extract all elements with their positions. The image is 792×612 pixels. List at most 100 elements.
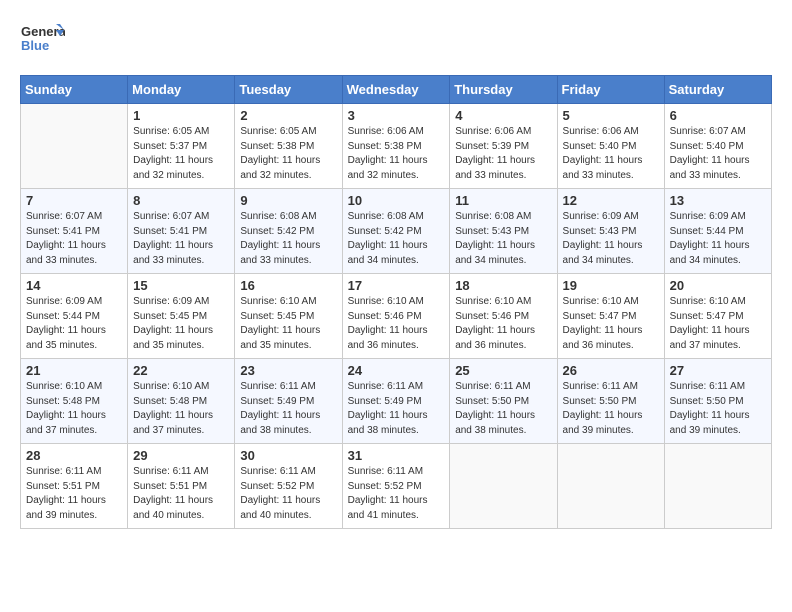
calendar-cell: 18 Sunrise: 6:10 AMSunset: 5:46 PMDaylig… — [450, 274, 557, 359]
day-number: 8 — [133, 193, 229, 208]
day-detail: Sunrise: 6:08 AMSunset: 5:43 PMDaylight:… — [455, 210, 551, 268]
calendar-cell: 24 Sunrise: 6:11 AMSunset: 5:49 PMDaylig… — [342, 359, 450, 444]
calendar-cell: 16 Sunrise: 6:10 AMSunset: 5:45 PMDaylig… — [235, 274, 342, 359]
day-number: 29 — [133, 448, 229, 463]
day-detail: Sunrise: 6:09 AMSunset: 5:44 PMDaylight:… — [670, 210, 766, 268]
calendar-cell — [664, 444, 771, 529]
day-number: 4 — [455, 108, 551, 123]
day-detail: Sunrise: 6:11 AMSunset: 5:51 PMDaylight:… — [133, 465, 229, 523]
calendar-cell: 1 Sunrise: 6:05 AMSunset: 5:37 PMDayligh… — [128, 104, 235, 189]
day-number: 30 — [240, 448, 336, 463]
day-detail: Sunrise: 6:10 AMSunset: 5:48 PMDaylight:… — [26, 380, 122, 438]
day-detail: Sunrise: 6:11 AMSunset: 5:51 PMDaylight:… — [26, 465, 122, 523]
day-detail: Sunrise: 6:11 AMSunset: 5:50 PMDaylight:… — [670, 380, 766, 438]
logo-svg: General Blue — [20, 20, 65, 65]
day-detail: Sunrise: 6:07 AMSunset: 5:41 PMDaylight:… — [133, 210, 229, 268]
calendar-cell: 26 Sunrise: 6:11 AMSunset: 5:50 PMDaylig… — [557, 359, 664, 444]
day-detail: Sunrise: 6:06 AMSunset: 5:39 PMDaylight:… — [455, 125, 551, 183]
day-number: 23 — [240, 363, 336, 378]
logo: General Blue — [20, 20, 65, 65]
day-number: 11 — [455, 193, 551, 208]
calendar-cell: 17 Sunrise: 6:10 AMSunset: 5:46 PMDaylig… — [342, 274, 450, 359]
day-detail: Sunrise: 6:10 AMSunset: 5:46 PMDaylight:… — [455, 295, 551, 353]
column-header-sunday: Sunday — [21, 76, 128, 104]
day-number: 5 — [563, 108, 659, 123]
day-detail: Sunrise: 6:10 AMSunset: 5:46 PMDaylight:… — [348, 295, 445, 353]
day-detail: Sunrise: 6:09 AMSunset: 5:43 PMDaylight:… — [563, 210, 659, 268]
calendar-cell: 6 Sunrise: 6:07 AMSunset: 5:40 PMDayligh… — [664, 104, 771, 189]
column-header-thursday: Thursday — [450, 76, 557, 104]
day-detail: Sunrise: 6:11 AMSunset: 5:52 PMDaylight:… — [240, 465, 336, 523]
calendar-cell: 12 Sunrise: 6:09 AMSunset: 5:43 PMDaylig… — [557, 189, 664, 274]
day-number: 9 — [240, 193, 336, 208]
day-number: 16 — [240, 278, 336, 293]
day-number: 18 — [455, 278, 551, 293]
day-number: 6 — [670, 108, 766, 123]
page-header: General Blue — [20, 20, 772, 65]
calendar-cell: 27 Sunrise: 6:11 AMSunset: 5:50 PMDaylig… — [664, 359, 771, 444]
calendar-cell: 22 Sunrise: 6:10 AMSunset: 5:48 PMDaylig… — [128, 359, 235, 444]
calendar-cell: 29 Sunrise: 6:11 AMSunset: 5:51 PMDaylig… — [128, 444, 235, 529]
day-detail: Sunrise: 6:06 AMSunset: 5:40 PMDaylight:… — [563, 125, 659, 183]
column-header-tuesday: Tuesday — [235, 76, 342, 104]
calendar-cell: 30 Sunrise: 6:11 AMSunset: 5:52 PMDaylig… — [235, 444, 342, 529]
svg-text:Blue: Blue — [21, 38, 49, 53]
day-number: 7 — [26, 193, 122, 208]
day-number: 2 — [240, 108, 336, 123]
day-detail: Sunrise: 6:08 AMSunset: 5:42 PMDaylight:… — [240, 210, 336, 268]
calendar-cell: 25 Sunrise: 6:11 AMSunset: 5:50 PMDaylig… — [450, 359, 557, 444]
day-number: 15 — [133, 278, 229, 293]
day-detail: Sunrise: 6:07 AMSunset: 5:40 PMDaylight:… — [670, 125, 766, 183]
day-detail: Sunrise: 6:07 AMSunset: 5:41 PMDaylight:… — [26, 210, 122, 268]
calendar-header: SundayMondayTuesdayWednesdayThursdayFrid… — [21, 76, 772, 104]
day-number: 13 — [670, 193, 766, 208]
calendar-cell: 19 Sunrise: 6:10 AMSunset: 5:47 PMDaylig… — [557, 274, 664, 359]
calendar-cell: 7 Sunrise: 6:07 AMSunset: 5:41 PMDayligh… — [21, 189, 128, 274]
week-row-5: 28 Sunrise: 6:11 AMSunset: 5:51 PMDaylig… — [21, 444, 772, 529]
day-detail: Sunrise: 6:09 AMSunset: 5:45 PMDaylight:… — [133, 295, 229, 353]
day-detail: Sunrise: 6:10 AMSunset: 5:47 PMDaylight:… — [670, 295, 766, 353]
calendar-cell: 21 Sunrise: 6:10 AMSunset: 5:48 PMDaylig… — [21, 359, 128, 444]
day-detail: Sunrise: 6:10 AMSunset: 5:45 PMDaylight:… — [240, 295, 336, 353]
calendar-cell: 14 Sunrise: 6:09 AMSunset: 5:44 PMDaylig… — [21, 274, 128, 359]
calendar-table: SundayMondayTuesdayWednesdayThursdayFrid… — [20, 75, 772, 529]
day-number: 26 — [563, 363, 659, 378]
day-detail: Sunrise: 6:08 AMSunset: 5:42 PMDaylight:… — [348, 210, 445, 268]
calendar-cell: 28 Sunrise: 6:11 AMSunset: 5:51 PMDaylig… — [21, 444, 128, 529]
calendar-cell: 9 Sunrise: 6:08 AMSunset: 5:42 PMDayligh… — [235, 189, 342, 274]
day-number: 22 — [133, 363, 229, 378]
day-detail: Sunrise: 6:10 AMSunset: 5:48 PMDaylight:… — [133, 380, 229, 438]
calendar-cell: 10 Sunrise: 6:08 AMSunset: 5:42 PMDaylig… — [342, 189, 450, 274]
day-detail: Sunrise: 6:11 AMSunset: 5:49 PMDaylight:… — [240, 380, 336, 438]
day-detail: Sunrise: 6:05 AMSunset: 5:37 PMDaylight:… — [133, 125, 229, 183]
day-detail: Sunrise: 6:11 AMSunset: 5:50 PMDaylight:… — [563, 380, 659, 438]
calendar-cell: 20 Sunrise: 6:10 AMSunset: 5:47 PMDaylig… — [664, 274, 771, 359]
column-header-monday: Monday — [128, 76, 235, 104]
day-number: 28 — [26, 448, 122, 463]
day-detail: Sunrise: 6:11 AMSunset: 5:52 PMDaylight:… — [348, 465, 445, 523]
calendar-cell: 11 Sunrise: 6:08 AMSunset: 5:43 PMDaylig… — [450, 189, 557, 274]
day-number: 3 — [348, 108, 445, 123]
day-number: 21 — [26, 363, 122, 378]
calendar-body: 1 Sunrise: 6:05 AMSunset: 5:37 PMDayligh… — [21, 104, 772, 529]
day-number: 1 — [133, 108, 229, 123]
day-detail: Sunrise: 6:10 AMSunset: 5:47 PMDaylight:… — [563, 295, 659, 353]
day-detail: Sunrise: 6:11 AMSunset: 5:49 PMDaylight:… — [348, 380, 445, 438]
calendar-cell: 31 Sunrise: 6:11 AMSunset: 5:52 PMDaylig… — [342, 444, 450, 529]
day-number: 20 — [670, 278, 766, 293]
calendar-cell: 8 Sunrise: 6:07 AMSunset: 5:41 PMDayligh… — [128, 189, 235, 274]
week-row-2: 7 Sunrise: 6:07 AMSunset: 5:41 PMDayligh… — [21, 189, 772, 274]
week-row-4: 21 Sunrise: 6:10 AMSunset: 5:48 PMDaylig… — [21, 359, 772, 444]
calendar-cell: 23 Sunrise: 6:11 AMSunset: 5:49 PMDaylig… — [235, 359, 342, 444]
day-number: 19 — [563, 278, 659, 293]
day-number: 24 — [348, 363, 445, 378]
day-number: 14 — [26, 278, 122, 293]
column-header-friday: Friday — [557, 76, 664, 104]
calendar-cell — [557, 444, 664, 529]
header-row: SundayMondayTuesdayWednesdayThursdayFrid… — [21, 76, 772, 104]
day-number: 17 — [348, 278, 445, 293]
calendar-cell: 4 Sunrise: 6:06 AMSunset: 5:39 PMDayligh… — [450, 104, 557, 189]
day-number: 12 — [563, 193, 659, 208]
calendar-cell: 5 Sunrise: 6:06 AMSunset: 5:40 PMDayligh… — [557, 104, 664, 189]
day-number: 27 — [670, 363, 766, 378]
